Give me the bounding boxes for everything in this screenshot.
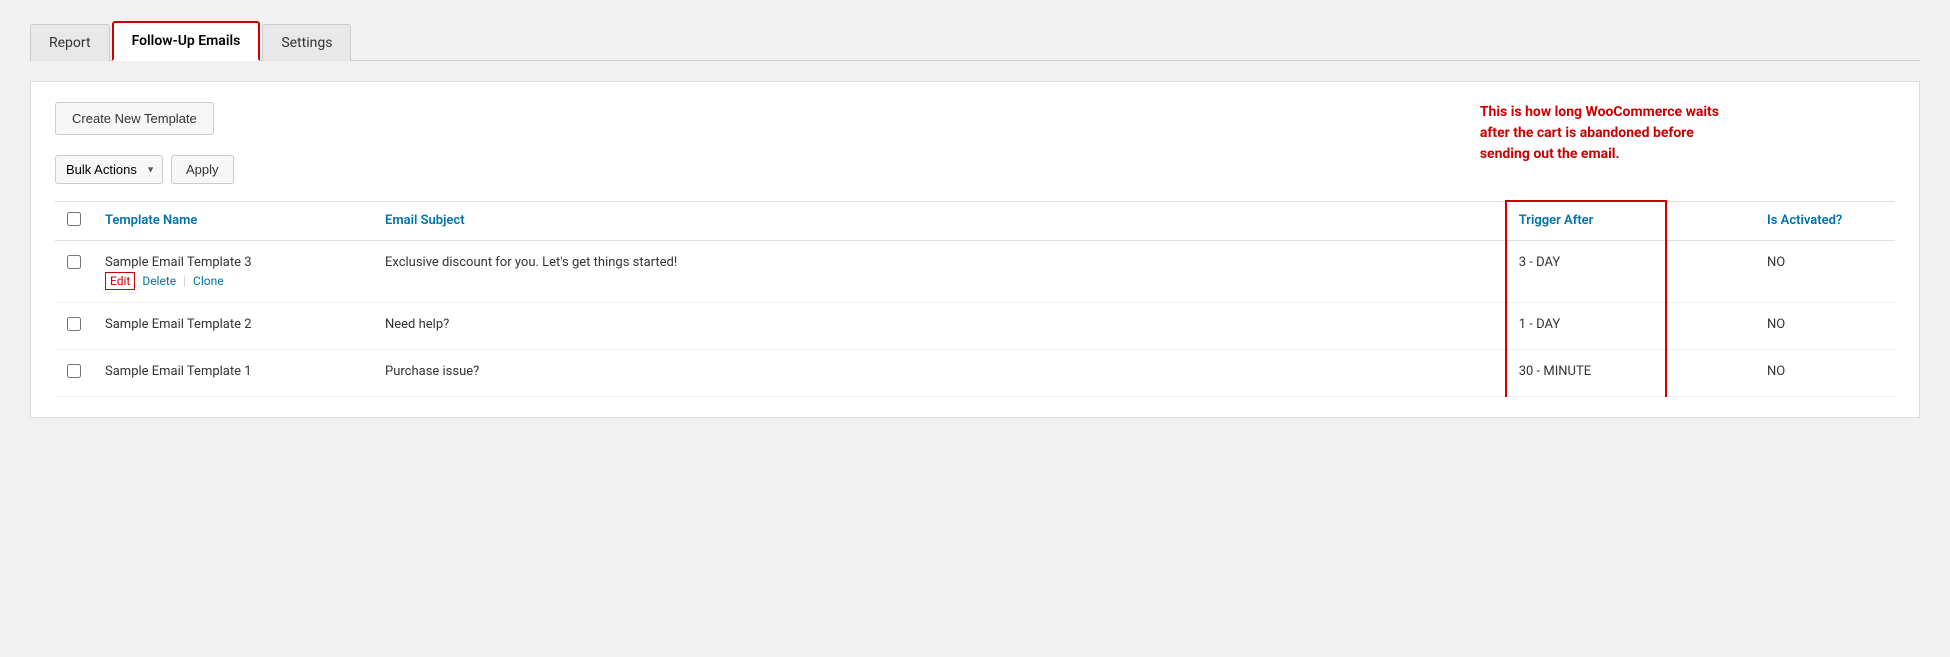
row3-checkbox[interactable] [67,364,81,378]
bulk-actions-select[interactable]: Bulk Actions [55,155,163,184]
row3-email-subject-cell: Purchase issue? [373,349,1506,396]
row1-email-subject-cell: Exclusive discount for you. Let's get th… [373,240,1506,302]
row2-checkbox[interactable] [67,317,81,331]
col-header-email-subject[interactable]: Email Subject [373,201,1506,240]
tabs-bar: Report Follow-Up Emails Settings [30,20,1920,61]
row2-template-name: Sample Email Template 2 [105,317,361,332]
annotation-line1: This is how long WooCommerce waits [1480,104,1719,120]
row3-trigger-after: 30 - MINUTE [1519,364,1591,379]
row1-edit-link[interactable]: Edit [105,272,135,290]
col-header-is-activated: Is Activated? [1755,201,1895,240]
table-header-row: Template Name Email Subject Trigger Afte… [55,201,1895,240]
row1-template-name-cell: Sample Email Template 3 Edit Delete | Cl… [93,240,373,302]
main-content: This is how long WooCommerce waits after… [30,81,1920,418]
col-header-template-name[interactable]: Template Name [93,201,373,240]
page-wrapper: Report Follow-Up Emails Settings This is… [0,0,1950,657]
table-row: Sample Email Template 3 Edit Delete | Cl… [55,240,1895,302]
row2-is-activated-cell: NO [1755,302,1895,349]
annotation-line3: sending out the email. [1480,146,1620,162]
row1-actions: Edit Delete | Clone [105,274,361,288]
row3-template-name: Sample Email Template 1 [105,364,361,379]
tab-report[interactable]: Report [30,24,110,61]
col-header-spacer [1666,201,1755,240]
annotation-box: This is how long WooCommerce waits after… [1480,102,1719,165]
row2-email-subject-cell: Need help? [373,302,1506,349]
row1-trigger-after: 3 - DAY [1519,255,1560,270]
row1-template-name: Sample Email Template 3 [105,255,361,270]
email-table: Template Name Email Subject Trigger Afte… [55,200,1895,397]
row1-spacer-cell [1666,240,1755,302]
create-new-template-button[interactable]: Create New Template [55,102,214,135]
row3-trigger-after-cell: 30 - MINUTE [1506,349,1666,396]
row3-email-subject: Purchase issue? [385,364,479,379]
row2-spacer-cell [1666,302,1755,349]
row3-is-activated: NO [1767,364,1785,379]
annotation-line2: after the cart is abandoned before [1480,125,1694,141]
bulk-actions-wrapper: Bulk Actions [55,155,163,184]
tab-settings[interactable]: Settings [262,24,351,61]
table-row: Sample Email Template 1 Purchase issue? … [55,349,1895,396]
row1-delete-link[interactable]: Delete [142,274,176,288]
row2-trigger-after-cell: 1 - DAY [1506,302,1666,349]
row3-spacer-cell [1666,349,1755,396]
row3-template-name-cell: Sample Email Template 1 [93,349,373,396]
row3-checkbox-cell [55,349,93,396]
row1-checkbox-cell [55,240,93,302]
col-header-checkbox [55,201,93,240]
row1-checkbox[interactable] [67,255,81,269]
row1-clone-link[interactable]: Clone [193,274,224,288]
row2-trigger-after: 1 - DAY [1519,317,1560,332]
row1-is-activated-cell: NO [1755,240,1895,302]
row1-separator: | [183,274,186,288]
row3-is-activated-cell: NO [1755,349,1895,396]
row1-email-subject: Exclusive discount for you. Let's get th… [385,255,677,270]
col-header-trigger-after: Trigger After [1506,201,1666,240]
apply-button[interactable]: Apply [171,155,234,184]
row2-is-activated: NO [1767,317,1785,332]
select-all-checkbox[interactable] [67,212,81,226]
row1-is-activated: NO [1767,255,1785,270]
tab-follow-up-emails[interactable]: Follow-Up Emails [112,21,261,61]
row2-checkbox-cell [55,302,93,349]
table-row: Sample Email Template 2 Need help? 1 - D… [55,302,1895,349]
row2-email-subject: Need help? [385,317,449,332]
row1-trigger-after-cell: 3 - DAY [1506,240,1666,302]
row2-template-name-cell: Sample Email Template 2 [93,302,373,349]
